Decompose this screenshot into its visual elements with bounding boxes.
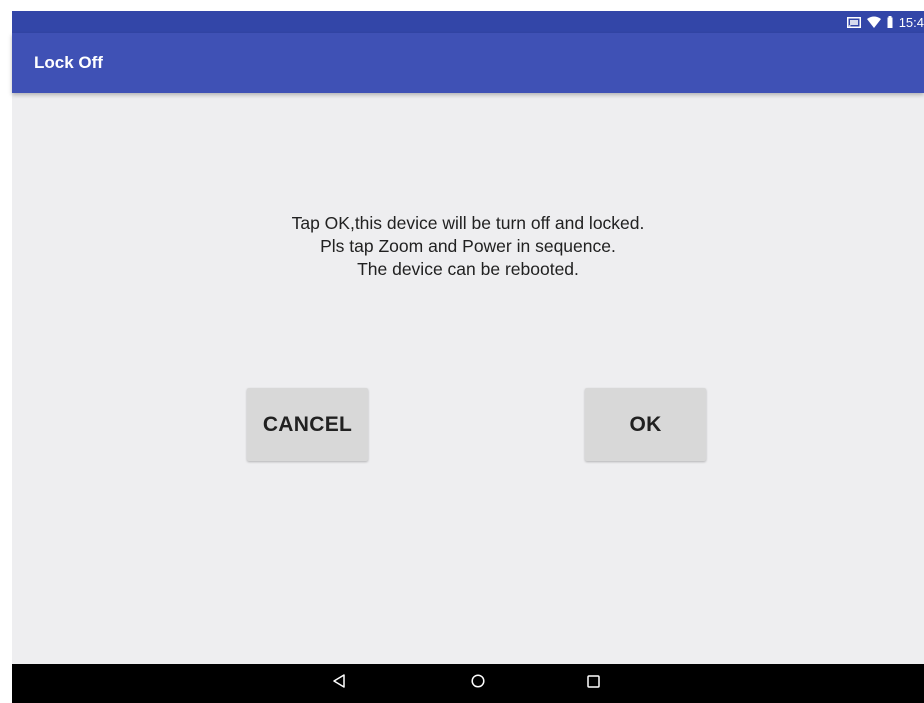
home-icon (471, 674, 485, 693)
message-line-1: Tap OK,this device will be turn off and … (291, 213, 645, 233)
cancel-button[interactable]: CANCEL (247, 388, 368, 461)
ok-button[interactable]: OK (585, 388, 706, 461)
battery-icon (887, 16, 893, 28)
app-title: Lock Off (34, 53, 103, 72)
navigation-bar (12, 664, 924, 703)
recents-icon (586, 674, 600, 693)
app-bar: Lock Off (12, 33, 924, 93)
home-button[interactable] (458, 664, 498, 703)
cast-icon (846, 16, 861, 28)
status-bar: 15:4 (12, 11, 924, 33)
back-icon (332, 674, 346, 693)
lock-off-message: Tap OK,this device will be turn off and … (12, 212, 924, 281)
back-button[interactable] (319, 664, 359, 703)
status-icons: 15:4 (846, 14, 924, 30)
recents-button[interactable] (573, 664, 613, 703)
status-time: 15:4 (898, 14, 924, 30)
wifi-icon (866, 16, 881, 28)
screen: 15:4 Lock Off Tap OK,this device will be… (12, 11, 924, 703)
message-line-2: Pls tap Zoom and Power in sequence. (320, 236, 616, 256)
message-line-3: The device can be rebooted. (357, 259, 579, 279)
